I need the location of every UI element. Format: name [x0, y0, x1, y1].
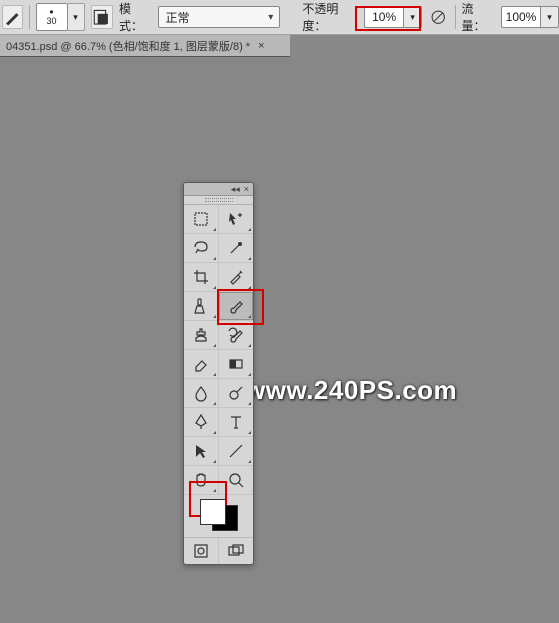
flow-label: 流量： [462, 0, 495, 34]
magic-wand-tool[interactable] [219, 234, 254, 263]
pressure-opacity-icon[interactable] [428, 6, 448, 28]
opacity-field[interactable]: 10% ▾ [364, 6, 422, 28]
quick-mask-toggle[interactable] [184, 538, 219, 564]
brush-preset-picker[interactable]: • 30 [36, 3, 68, 31]
tool-grid [184, 205, 253, 495]
panel-header[interactable]: ◂◂ × [184, 183, 253, 196]
brush-dot-icon: • [49, 8, 53, 16]
brush-panel-toggle-icon[interactable] [91, 5, 113, 29]
color-swatches [184, 495, 253, 537]
divider [455, 5, 456, 29]
mode-label: 模式： [119, 0, 152, 34]
rectangular-marquee-tool[interactable] [184, 205, 219, 234]
eraser-tool[interactable] [184, 350, 219, 379]
tool-preset-picker[interactable] [2, 5, 23, 29]
flow-stepper[interactable]: ▾ [541, 6, 559, 28]
flow-value[interactable]: 100% [501, 6, 541, 28]
opacity-value[interactable]: 10% [364, 6, 404, 28]
blur-tool[interactable] [184, 379, 219, 408]
spot-healing-brush-tool[interactable] [184, 292, 219, 321]
tools-panel: ◂◂ × [183, 182, 254, 565]
close-icon[interactable]: × [258, 40, 264, 52]
brush-size-value: 30 [47, 16, 57, 26]
brush-tool[interactable] [219, 292, 254, 321]
opacity-stepper[interactable]: ▾ [404, 6, 422, 28]
close-icon[interactable]: × [244, 184, 249, 194]
move-tool[interactable] [219, 205, 254, 234]
line-tool[interactable] [219, 437, 254, 466]
path-selection-tool[interactable] [184, 437, 219, 466]
crop-tool[interactable] [184, 263, 219, 292]
brush-preset-dropdown[interactable]: ▾ [68, 3, 85, 31]
options-bar: • 30 ▾ 模式： 正常 ▾ 不透明度： 10% ▾ 流量： 100% ▾ [0, 0, 559, 35]
opacity-label: 不透明度： [302, 0, 358, 34]
blend-mode-value: 正常 [165, 9, 189, 26]
horizontal-type-tool[interactable] [219, 408, 254, 437]
clone-stamp-tool[interactable] [184, 321, 219, 350]
document-tab[interactable]: 04351.psd @ 66.7% (色相/饱和度 1, 图层蒙版/8) * × [0, 35, 290, 57]
eyedropper-tool[interactable] [219, 263, 254, 292]
canvas-area[interactable] [0, 57, 559, 623]
zoom-tool[interactable] [219, 466, 254, 495]
chevron-down-icon: ▾ [268, 12, 273, 23]
dodge-tool[interactable] [219, 379, 254, 408]
panel-footer [184, 537, 253, 564]
blend-mode-select[interactable]: 正常 ▾ [158, 6, 280, 28]
foreground-color-swatch[interactable] [200, 499, 226, 525]
lasso-tool[interactable] [184, 234, 219, 263]
document-tab-title: 04351.psd @ 66.7% (色相/饱和度 1, 图层蒙版/8) * [6, 38, 250, 54]
flow-field[interactable]: 100% ▾ [501, 6, 559, 28]
gradient-tool[interactable] [219, 350, 254, 379]
collapse-icon[interactable]: ◂◂ [231, 184, 240, 195]
watermark-text: www.240PS.com [245, 375, 457, 406]
divider [29, 5, 30, 29]
history-brush-tool[interactable] [219, 321, 254, 350]
panel-grip[interactable] [184, 196, 253, 205]
pen-tool[interactable] [184, 408, 219, 437]
screen-mode-toggle[interactable] [219, 538, 253, 564]
hand-tool[interactable] [184, 466, 219, 495]
